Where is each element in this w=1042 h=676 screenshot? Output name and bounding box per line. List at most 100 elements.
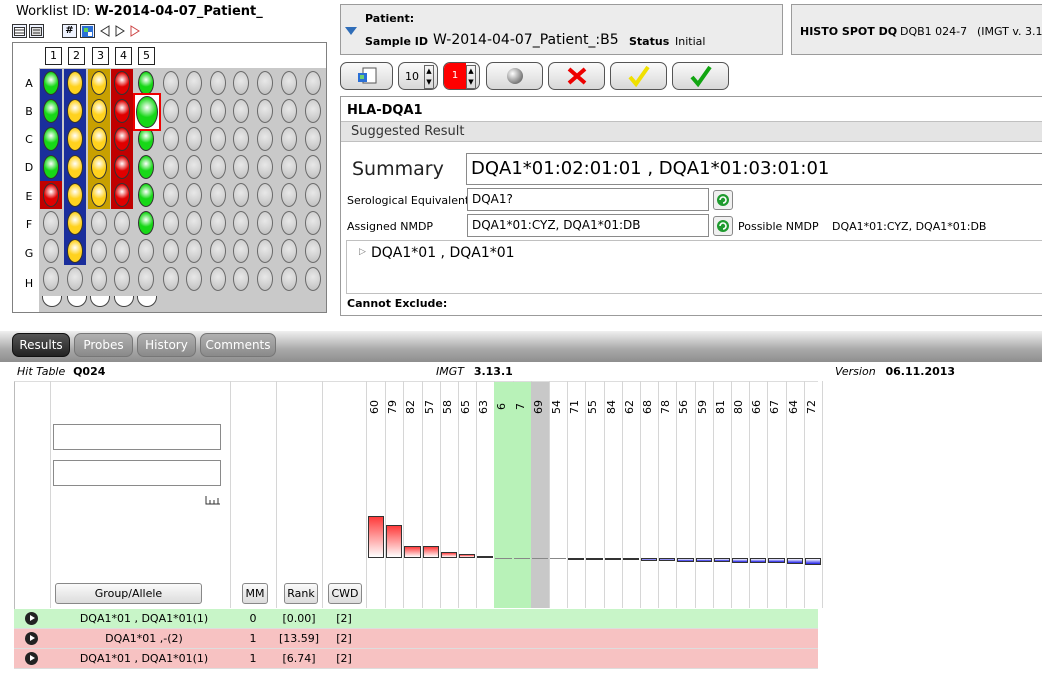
well-empty[interactable]: [210, 155, 226, 179]
tab-results[interactable]: Results: [12, 333, 70, 357]
well-h1[interactable]: [43, 267, 59, 291]
well-empty[interactable]: [186, 211, 202, 235]
well-h2[interactable]: [67, 267, 83, 291]
probe-label-62[interactable]: 62: [623, 392, 639, 422]
filter-input-2[interactable]: [53, 460, 221, 486]
well-g5[interactable]: [138, 239, 154, 263]
well-empty[interactable]: [281, 267, 297, 291]
accept-partial-button[interactable]: [610, 62, 667, 90]
reject-button[interactable]: [548, 62, 605, 90]
rank-header[interactable]: Rank: [284, 583, 318, 604]
well-empty[interactable]: [163, 183, 179, 207]
well-empty[interactable]: [233, 183, 249, 207]
well-empty[interactable]: [233, 71, 249, 95]
column-label-4[interactable]: 4: [115, 47, 132, 65]
well-empty[interactable]: [210, 127, 226, 151]
well-h5[interactable]: [138, 267, 154, 291]
serological-refresh-button[interactable]: [713, 190, 733, 210]
well-e1[interactable]: [43, 183, 59, 207]
probe-label-80[interactable]: 80: [732, 392, 748, 422]
well-empty[interactable]: [281, 211, 297, 235]
table-row[interactable]: DQA1*01 , DQA1*01(1) 0 [0.00] [2]: [14, 609, 818, 629]
well-empty[interactable]: [210, 267, 226, 291]
probe-label-57[interactable]: 57: [423, 392, 439, 422]
well-empty[interactable]: [257, 71, 273, 95]
well-empty[interactable]: [305, 239, 321, 263]
well-empty[interactable]: [186, 127, 202, 151]
well-c3[interactable]: [91, 127, 107, 151]
last-arrow-icon[interactable]: [127, 24, 142, 38]
well-empty[interactable]: [233, 211, 249, 235]
resize-grip-icon[interactable]: [205, 494, 221, 506]
probe-label-81[interactable]: 81: [714, 392, 730, 422]
assigned-nmdp-field[interactable]: DQA1*01:CYZ, DQA1*01:DB: [467, 214, 709, 237]
ball-button[interactable]: [486, 62, 543, 90]
well-h4[interactable]: [114, 267, 130, 291]
tab-comments[interactable]: Comments: [200, 333, 276, 357]
well-b2[interactable]: [67, 99, 83, 123]
well-empty[interactable]: [233, 239, 249, 263]
well-h3[interactable]: [91, 267, 107, 291]
probe-label-69[interactable]: 69: [532, 392, 548, 422]
well-c1[interactable]: [43, 127, 59, 151]
well-empty[interactable]: [210, 211, 226, 235]
well-empty[interactable]: [233, 99, 249, 123]
expand-row-icon[interactable]: [25, 632, 38, 645]
well-empty[interactable]: [257, 127, 273, 151]
probe-label-71[interactable]: 71: [568, 392, 584, 422]
well-empty[interactable]: [257, 99, 273, 123]
well-f3[interactable]: [91, 211, 107, 235]
probe-label-54[interactable]: 54: [550, 392, 566, 422]
well-empty[interactable]: [210, 239, 226, 263]
well-empty[interactable]: [210, 183, 226, 207]
well-g4[interactable]: [114, 239, 130, 263]
well-g2[interactable]: [67, 239, 83, 263]
well-empty[interactable]: [186, 267, 202, 291]
column-label-3[interactable]: 3: [92, 47, 109, 65]
well-g1[interactable]: [43, 239, 59, 263]
well-empty[interactable]: [233, 127, 249, 151]
well-empty[interactable]: [186, 155, 202, 179]
approve-button[interactable]: [672, 62, 729, 90]
probe-label-59[interactable]: 59: [696, 392, 712, 422]
probe-label-65[interactable]: 65: [459, 392, 475, 422]
well-empty[interactable]: [163, 267, 179, 291]
well-empty[interactable]: [163, 127, 179, 151]
count-stepper[interactable]: 10 ▲ ▼: [398, 62, 438, 90]
cwd-header[interactable]: CWD: [328, 583, 362, 604]
prev-arrow-icon[interactable]: [97, 24, 112, 38]
well-empty[interactable]: [163, 155, 179, 179]
next-arrow-icon[interactable]: [112, 24, 127, 38]
probe-label-55[interactable]: 55: [586, 392, 602, 422]
probe-label-64[interactable]: 64: [787, 392, 803, 422]
import-button[interactable]: [340, 62, 393, 90]
well-e4[interactable]: [114, 183, 130, 207]
well-empty[interactable]: [281, 127, 297, 151]
probe-label-63[interactable]: 63: [477, 392, 493, 422]
probe-label-79[interactable]: 79: [386, 392, 402, 422]
well-b1[interactable]: [43, 99, 59, 123]
well-g3[interactable]: [91, 239, 107, 263]
well-f4[interactable]: [114, 211, 130, 235]
well-a2[interactable]: [67, 71, 83, 95]
well-f5[interactable]: [138, 211, 154, 235]
well-empty[interactable]: [186, 183, 202, 207]
well-e5[interactable]: [138, 183, 154, 207]
stepper-arrows-icon[interactable]: ▲ ▼: [424, 65, 434, 89]
well-empty[interactable]: [281, 155, 297, 179]
well-empty[interactable]: [305, 71, 321, 95]
well-empty[interactable]: [163, 71, 179, 95]
tab-history[interactable]: History: [137, 333, 196, 357]
probe-label-6[interactable]: 6: [495, 392, 511, 422]
filter-input-1[interactable]: [53, 424, 221, 450]
page-arrows-icon[interactable]: ▲ ▼: [466, 65, 476, 89]
well-empty[interactable]: [257, 239, 273, 263]
well-a4[interactable]: [114, 71, 130, 95]
well-a3[interactable]: [91, 71, 107, 95]
well-e3[interactable]: [91, 183, 107, 207]
well-empty[interactable]: [186, 239, 202, 263]
well-empty[interactable]: [257, 183, 273, 207]
probe-label-68[interactable]: 68: [641, 392, 657, 422]
summary-field[interactable]: DQA1*01:02:01:01 , DQA1*01:03:01:01: [466, 153, 1042, 185]
well-c2[interactable]: [67, 127, 83, 151]
